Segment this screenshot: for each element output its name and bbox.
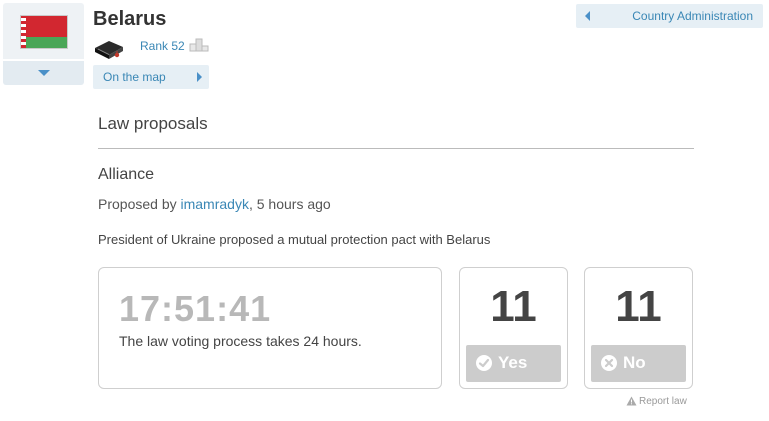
no-button-label: No <box>623 353 646 372</box>
country-administration-button[interactable]: Country Administration <box>576 4 763 28</box>
report-law-label: Report law <box>639 396 687 407</box>
podium-icon <box>189 38 209 52</box>
country-flag-panel <box>3 3 84 59</box>
arrow-left-icon <box>585 11 590 21</box>
on-the-map-button[interactable]: On the map <box>93 65 209 89</box>
section-title: Law proposals <box>98 114 208 133</box>
proposed-time-ago: , 5 hours ago <box>248 196 331 212</box>
on-the-map-label: On the map <box>103 70 166 84</box>
section-divider <box>98 148 694 149</box>
proposer-link[interactable]: imamradyk <box>181 196 249 212</box>
yes-button[interactable]: Yes <box>466 345 561 382</box>
report-law-link[interactable]: Report law <box>626 396 687 407</box>
flag-dropdown-toggle[interactable] <box>3 61 84 85</box>
cross-icon <box>601 355 617 371</box>
arrow-right-icon <box>197 72 202 82</box>
voting-timer: 17:51:41 <box>119 288 272 329</box>
yes-button-label: Yes <box>498 353 528 372</box>
no-vote-count: 11 <box>615 282 662 331</box>
book-icon <box>95 41 123 59</box>
check-icon <box>476 355 492 371</box>
timer-box: 17:51:41 The law voting process takes 24… <box>98 267 442 389</box>
law-title: Alliance <box>98 166 155 183</box>
yes-vote-count: 11 <box>490 282 537 331</box>
belarus-flag <box>20 15 68 49</box>
country-administration-label: Country Administration <box>632 9 753 23</box>
no-vote-box: 11 No <box>584 267 693 389</box>
law-description: President of Ukraine proposed a mutual p… <box>98 232 491 247</box>
country-name: Belarus <box>93 8 167 30</box>
warning-icon <box>626 396 637 406</box>
timer-note: The law voting process takes 24 hours. <box>119 333 362 349</box>
chevron-down-icon <box>38 70 50 76</box>
no-button[interactable]: No <box>591 345 686 382</box>
proposed-by-label: Proposed by <box>98 196 177 212</box>
country-rank[interactable]: Rank 52 <box>140 39 185 53</box>
law-proposed-line: Proposed by imamradyk, 5 hours ago <box>98 196 331 212</box>
yes-vote-box: 11 Yes <box>459 267 568 389</box>
